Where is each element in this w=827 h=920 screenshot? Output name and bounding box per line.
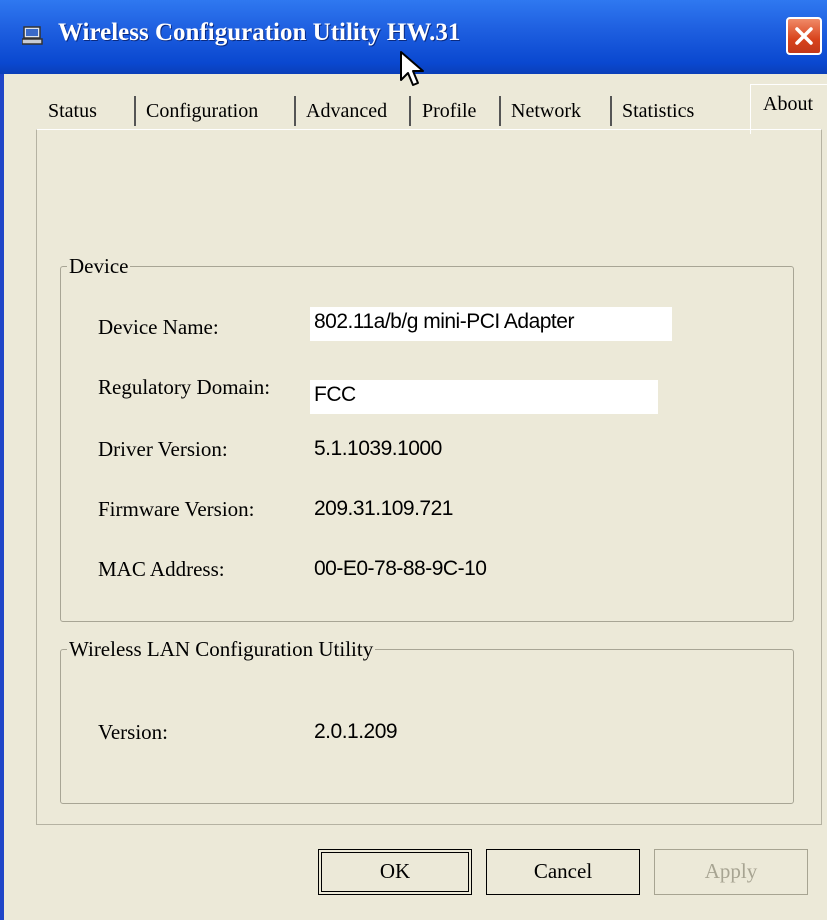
tab-divider — [610, 96, 612, 126]
device-name-label: Device Name: — [98, 315, 219, 339]
computer-icon — [21, 26, 44, 46]
tab-profile[interactable]: Profile — [422, 90, 476, 132]
tab-advanced[interactable]: Advanced — [306, 90, 387, 132]
mac-address-value: 00-E0-78-88-9C-10 — [314, 557, 487, 580]
regulatory-domain-label: Regulatory Domain: — [98, 375, 271, 399]
tab-divider — [409, 96, 411, 126]
version-label: Version: — [98, 720, 168, 744]
tab-configuration[interactable]: Configuration — [146, 90, 258, 132]
tab-network[interactable]: Network — [511, 90, 581, 132]
tab-status[interactable]: Status — [48, 90, 97, 132]
close-button[interactable] — [786, 17, 822, 55]
tab-statistics[interactable]: Statistics — [622, 90, 694, 132]
driver-version-value: 5.1.1039.1000 — [314, 437, 442, 460]
regulatory-domain-field: FCC — [310, 380, 658, 414]
regulatory-domain-value: FCC — [314, 383, 356, 406]
firmware-version-value: 209.31.109.721 — [314, 497, 453, 520]
tab-strip: Status Configuration Advanced Profile Ne… — [34, 84, 827, 134]
cancel-button[interactable]: Cancel — [486, 849, 640, 895]
version-value: 2.0.1.209 — [314, 720, 398, 743]
device-name-field: 802.11a/b/g mini-PCI Adapter — [310, 307, 672, 341]
close-icon — [795, 27, 813, 45]
config-utility-window: Wireless Configuration Utility HW.31 Sta… — [0, 0, 827, 920]
device-group-title: Device — [69, 254, 129, 278]
tab-about[interactable]: About — [750, 84, 827, 134]
wlan-utility-group: Wireless LAN Configuration Utility — [60, 637, 794, 804]
device-name-value: 802.11a/b/g mini-PCI Adapter — [314, 310, 574, 333]
tab-divider — [499, 96, 501, 126]
driver-version-label: Driver Version: — [98, 437, 228, 461]
window-border — [0, 0, 4, 920]
tab-divider — [134, 96, 136, 126]
firmware-version-label: Firmware Version: — [98, 497, 255, 521]
mouse-cursor-icon — [399, 50, 425, 93]
apply-button[interactable]: Apply — [654, 849, 808, 895]
mac-address-label: MAC Address: — [98, 557, 225, 581]
ok-button[interactable]: OK — [318, 849, 472, 895]
window-title: Wireless Configuration Utility HW.31 — [58, 19, 461, 46]
tab-divider — [294, 96, 296, 126]
wlan-utility-group-title: Wireless LAN Configuration Utility — [69, 637, 374, 661]
